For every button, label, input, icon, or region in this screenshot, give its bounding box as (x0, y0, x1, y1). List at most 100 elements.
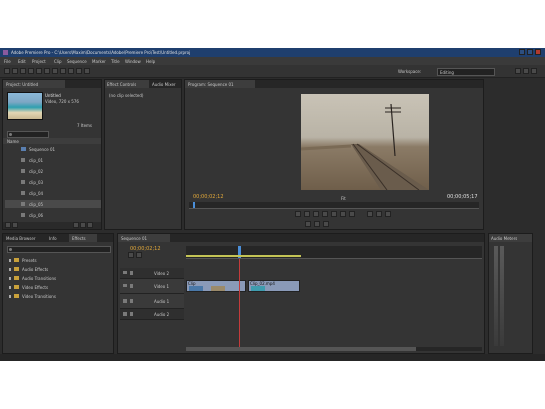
help-icon[interactable] (523, 68, 529, 74)
project-item[interactable]: Sequence 01 (5, 145, 101, 153)
tab-project[interactable]: Project: Untitled (3, 80, 65, 88)
menu-help[interactable]: Help (146, 59, 155, 64)
expand-arrow-icon[interactable] (9, 268, 11, 271)
project-item[interactable]: clip_01 (5, 156, 101, 164)
step-forward-icon[interactable] (340, 211, 346, 217)
slide-tool-icon[interactable] (60, 68, 66, 74)
lift-icon[interactable] (367, 211, 373, 217)
project-item[interactable]: clip_04 (5, 189, 101, 197)
video-clip-icon (21, 180, 25, 184)
tab-program[interactable]: Program: Sequence 01 (185, 80, 255, 88)
output-icon[interactable] (323, 221, 329, 227)
safe-margins-icon[interactable] (314, 221, 320, 227)
menu-window[interactable]: Window (125, 59, 141, 64)
trash-icon[interactable] (87, 222, 93, 228)
expand-arrow-icon[interactable] (9, 286, 11, 289)
eye-icon[interactable] (123, 284, 127, 287)
expand-arrow-icon[interactable] (9, 277, 11, 280)
maximize-button[interactable] (527, 49, 533, 55)
icon-view-icon[interactable] (12, 222, 18, 228)
track-header[interactable]: Audio 1 (120, 294, 184, 309)
settings-icon[interactable] (531, 68, 537, 74)
close-button[interactable] (535, 49, 541, 55)
project-item[interactable]: clip_06 (5, 211, 101, 219)
menu-file[interactable]: File (4, 59, 11, 64)
tab-audio-meters[interactable]: Audio Meters (489, 234, 532, 242)
timeline-clip[interactable]: Clip (186, 280, 246, 292)
menu-clip[interactable]: Clip (54, 59, 62, 64)
effects-folder[interactable]: Video Effects (5, 283, 105, 291)
expand-arrow-icon[interactable] (9, 259, 11, 262)
column-header[interactable]: Name (3, 138, 101, 144)
timeline-scrollbar[interactable] (186, 347, 482, 351)
tab-effects[interactable]: Effects (69, 234, 97, 242)
selection-tool-icon[interactable] (4, 68, 10, 74)
mark-in-icon[interactable] (295, 211, 301, 217)
project-item[interactable]: clip_05 (5, 200, 101, 208)
project-item[interactable]: clip_02 (5, 167, 101, 175)
lock-icon[interactable] (130, 312, 133, 316)
speaker-icon[interactable] (123, 312, 127, 316)
scrollbar-thumb[interactable] (186, 347, 416, 351)
zoom-tool-icon[interactable] (84, 68, 90, 74)
menu-sequence[interactable]: Sequence (67, 59, 87, 64)
lock-icon[interactable] (130, 284, 133, 288)
loop-icon[interactable] (305, 221, 311, 227)
effects-search-input[interactable] (7, 246, 111, 253)
expand-arrow-icon[interactable] (9, 295, 11, 298)
search-help-icon[interactable] (515, 68, 521, 74)
go-to-out-icon[interactable] (349, 211, 355, 217)
add-marker-icon[interactable] (136, 252, 142, 258)
tab-info[interactable]: Info (49, 236, 65, 241)
menu-title[interactable]: Title (111, 59, 120, 64)
track-header[interactable]: Video 2 (120, 268, 184, 279)
speaker-icon[interactable] (123, 299, 127, 303)
slip-tool-icon[interactable] (52, 68, 58, 74)
extract-icon[interactable] (376, 211, 382, 217)
work-area-bar[interactable] (186, 255, 301, 257)
pen-tool-icon[interactable] (68, 68, 74, 74)
export-frame-icon[interactable] (385, 211, 391, 217)
minimize-button[interactable] (519, 49, 525, 55)
program-duration: 00;00;05;17 (447, 194, 478, 200)
track-select-tool-icon[interactable] (12, 68, 18, 74)
menu-project[interactable]: Project (32, 59, 46, 64)
project-search-input[interactable] (7, 131, 49, 138)
lock-icon[interactable] (130, 271, 133, 275)
program-time-ruler[interactable] (189, 202, 479, 209)
rate-stretch-tool-icon[interactable] (36, 68, 42, 74)
program-current-timecode[interactable]: 00;00;02;12 (193, 194, 224, 200)
mark-out-icon[interactable] (304, 211, 310, 217)
snap-icon[interactable] (128, 252, 134, 258)
go-to-in-icon[interactable] (313, 211, 319, 217)
tab-effect-controls[interactable]: Effect Controls (105, 80, 149, 88)
ripple-edit-tool-icon[interactable] (20, 68, 26, 74)
menu-edit[interactable]: Edit (18, 59, 26, 64)
track-header[interactable]: Video 1 (120, 279, 184, 294)
program-fit-dropdown[interactable]: Fit (341, 196, 346, 201)
effects-folder[interactable]: Audio Transitions (5, 274, 105, 282)
tab-audio-mixer[interactable]: Audio Mixer (152, 82, 182, 87)
razor-tool-icon[interactable] (44, 68, 50, 74)
rolling-edit-tool-icon[interactable] (28, 68, 34, 74)
track-header[interactable]: Audio 2 (120, 309, 184, 320)
new-item-icon[interactable] (80, 222, 86, 228)
menu-marker[interactable]: Marker (92, 59, 106, 64)
playhead-icon[interactable] (193, 202, 195, 208)
play-icon[interactable] (331, 211, 337, 217)
workspace-dropdown[interactable]: Editing (437, 68, 495, 76)
new-bin-icon[interactable] (73, 222, 79, 228)
list-view-icon[interactable] (5, 222, 11, 228)
effects-folder[interactable]: Video Transitions (5, 292, 105, 300)
tab-media-browser[interactable]: Media Browser (6, 236, 42, 241)
tab-sequence[interactable]: Sequence 01 (118, 234, 170, 242)
timeline-clip[interactable]: Clip_02.mp4 (248, 280, 300, 292)
effects-folder[interactable]: Presets (5, 256, 105, 264)
eye-icon[interactable] (123, 271, 127, 274)
lock-icon[interactable] (130, 299, 133, 303)
project-item[interactable]: clip_03 (5, 178, 101, 186)
effects-folder[interactable]: Audio Effects (5, 265, 105, 273)
timeline-ruler[interactable] (186, 246, 482, 259)
step-back-icon[interactable] (322, 211, 328, 217)
hand-tool-icon[interactable] (76, 68, 82, 74)
